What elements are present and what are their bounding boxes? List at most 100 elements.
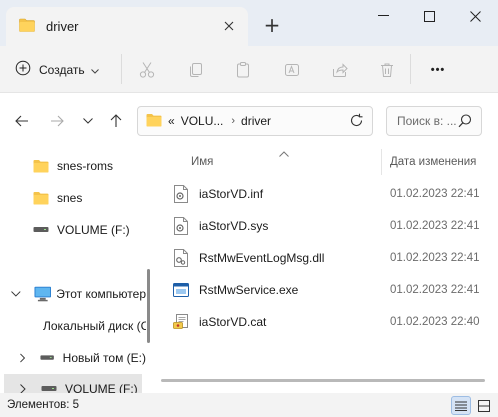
- table-row[interactable]: iaStorVD.inf 01.02.2023 22:41: [173, 179, 498, 209]
- file-date: 01.02.2023 22:41: [390, 252, 480, 264]
- tab-title: driver: [46, 19, 79, 34]
- scissors-icon: [139, 61, 155, 78]
- file-name: RstMwEventLogMsg.dll: [199, 251, 325, 265]
- computer-icon: [34, 286, 51, 302]
- clipboard-icon: [237, 61, 249, 77]
- search-input[interactable]: Поиск в: ...: [386, 106, 482, 136]
- tiles-view-button[interactable]: [474, 396, 494, 415]
- sidebar-item-label: Новый том (E:): [62, 351, 146, 365]
- forward-button[interactable]: [46, 110, 68, 132]
- sort-ascending-icon: [279, 149, 289, 160]
- rename-icon: [285, 63, 299, 76]
- arrow-right-icon: [51, 115, 64, 127]
- command-bar: Создать •••: [0, 46, 498, 93]
- search-placeholder: Поиск в: ...: [397, 114, 457, 128]
- create-button[interactable]: Создать: [15, 56, 99, 83]
- close-icon: [469, 10, 481, 22]
- back-button[interactable]: [11, 110, 33, 132]
- more-options-button[interactable]: •••: [424, 56, 452, 83]
- table-row[interactable]: iaStorVD.cat 01.02.2023 22:40: [173, 307, 498, 337]
- grid-view-icon: [478, 399, 490, 412]
- cat-file-icon: [173, 314, 188, 329]
- file-name: iaStorVD.inf: [199, 187, 264, 201]
- dll-file-icon: [174, 249, 188, 267]
- status-bar: Элементов: 5: [0, 393, 498, 417]
- breadcrumb-volume[interactable]: VOLU...: [181, 114, 224, 128]
- sidebar-item-label: VOLUME (F:): [65, 382, 138, 393]
- search-icon: [458, 114, 472, 131]
- file-date: 01.02.2023 22:41: [390, 284, 480, 296]
- breadcrumb-driver[interactable]: driver: [241, 114, 271, 128]
- file-list: Имя Дата изменения iaStorVD.inf 01.02.20…: [161, 149, 498, 393]
- breadcrumb-overflow[interactable]: «: [168, 114, 175, 128]
- cut-button[interactable]: [133, 56, 161, 83]
- list-view-icon: [455, 401, 467, 411]
- sys-file-icon: [174, 217, 188, 235]
- column-date[interactable]: Дата изменения: [390, 156, 476, 168]
- sidebar-item-new-volume-e[interactable]: Новый том (E:): [0, 343, 146, 373]
- sidebar-item-local-disk-c[interactable]: Локальный диск (C:): [0, 311, 146, 341]
- create-label: Создать: [39, 62, 85, 77]
- sidebar-item-this-pc[interactable]: Этот компьютер: [0, 279, 146, 309]
- close-tab-icon[interactable]: [218, 15, 240, 37]
- ellipsis-icon: •••: [430, 63, 446, 76]
- toolbar-divider: [121, 54, 122, 84]
- delete-button[interactable]: [373, 56, 401, 83]
- refresh-icon[interactable]: [349, 113, 364, 131]
- file-name: iaStorVD.sys: [199, 219, 269, 233]
- arrow-up-icon: [110, 114, 122, 127]
- title-bar: driver +: [0, 0, 498, 46]
- file-date: 01.02.2023 22:41: [390, 188, 480, 200]
- maximize-button[interactable]: [406, 0, 452, 32]
- minimize-button[interactable]: [360, 0, 406, 32]
- arrow-left-icon: [15, 115, 28, 127]
- folder-icon: [33, 160, 49, 173]
- column-header: Имя Дата изменения: [161, 149, 498, 175]
- sidebar-item-volume-f[interactable]: VOLUME (F:): [0, 215, 146, 245]
- sidebar-item-label: snes-roms: [57, 159, 114, 173]
- rename-button[interactable]: [278, 56, 306, 83]
- file-date: 01.02.2023 22:41: [390, 220, 480, 232]
- sidebar-item-label: VOLUME (F:): [57, 223, 130, 237]
- paste-button[interactable]: [229, 56, 257, 83]
- folder-icon: [146, 113, 162, 130]
- drive-icon: [40, 355, 55, 360]
- chevron-right-icon[interactable]: ›: [231, 115, 235, 127]
- sidebar-item-label: Этот компьютер: [56, 287, 146, 301]
- sidebar-scrollbar[interactable]: [147, 269, 150, 343]
- chevron-down-icon: [90, 63, 99, 77]
- chevron-down-icon: [83, 118, 93, 124]
- share-button[interactable]: [326, 56, 354, 83]
- maximize-icon: [423, 10, 435, 22]
- table-row[interactable]: RstMwService.exe 01.02.2023 22:41: [173, 275, 498, 305]
- address-bar[interactable]: « VOLU... › driver: [137, 106, 373, 136]
- navigation-bar: « VOLU... › driver Поиск в: ...: [0, 93, 498, 149]
- navigation-pane: snes-roms snes VOLUME (F:) Этот компьюте…: [0, 149, 152, 393]
- drive-icon: [41, 386, 57, 391]
- recent-locations-button[interactable]: [77, 110, 99, 132]
- plus-icon: +: [263, 13, 281, 37]
- close-window-button[interactable]: [452, 0, 498, 32]
- tab-driver[interactable]: driver: [6, 7, 248, 46]
- horizontal-scrollbar[interactable]: [161, 379, 485, 382]
- up-button[interactable]: [105, 110, 127, 132]
- sidebar-item-label: snes: [57, 191, 83, 205]
- drive-icon: [33, 227, 49, 232]
- sidebar-item-volume-f-selected[interactable]: VOLUME (F:): [4, 374, 142, 393]
- new-tab-button[interactable]: +: [258, 12, 286, 38]
- folder-icon: [19, 18, 35, 35]
- minimize-icon: [377, 15, 389, 16]
- column-name[interactable]: Имя: [191, 156, 213, 168]
- table-row[interactable]: iaStorVD.sys 01.02.2023 22:41: [173, 211, 498, 241]
- chevron-down-icon: [11, 291, 21, 297]
- file-name: RstMwService.exe: [199, 283, 299, 297]
- sidebar-item-label: Локальный диск (C:): [43, 319, 146, 333]
- table-row[interactable]: RstMwEventLogMsg.dll 01.02.2023 22:41: [173, 243, 498, 273]
- copy-button[interactable]: [182, 56, 210, 83]
- sidebar-item-snes[interactable]: snes: [0, 183, 146, 213]
- sidebar-item-snes-roms[interactable]: snes-roms: [0, 151, 146, 181]
- inf-file-icon: [174, 185, 188, 203]
- details-view-button[interactable]: [451, 396, 471, 415]
- chevron-right-icon: [20, 384, 26, 393]
- column-divider[interactable]: [381, 149, 382, 175]
